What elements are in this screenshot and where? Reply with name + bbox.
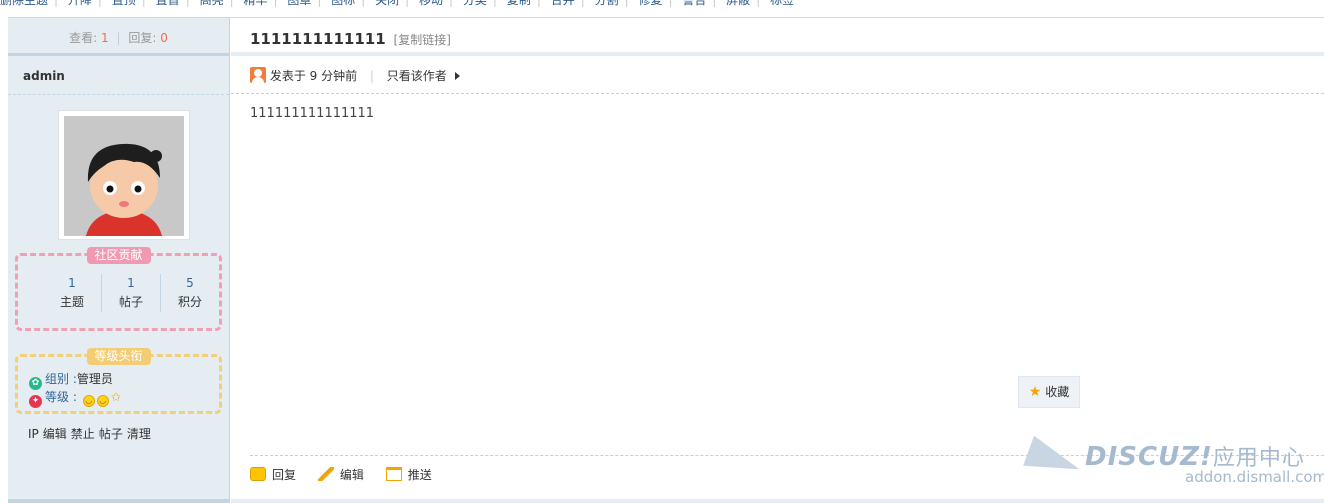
avatar-image bbox=[64, 116, 184, 236]
toolbar-item[interactable]: 图章 bbox=[287, 0, 311, 9]
toolbar-item[interactable]: 高亮 bbox=[200, 0, 224, 9]
post-actions: 回复 编辑 推送 bbox=[250, 465, 450, 485]
level-row: ✦ 等级 : ◡ ◡ ✩ bbox=[29, 389, 121, 408]
ban-link[interactable]: 禁止 bbox=[71, 427, 95, 441]
reply-icon bbox=[250, 467, 266, 481]
star-icon: ★ bbox=[1028, 384, 1042, 400]
posts-count: 1 bbox=[127, 276, 135, 290]
toolbar-item[interactable]: 警告 bbox=[682, 0, 706, 9]
contribution-stats: 1 主题 1 帖子 5 积分 bbox=[43, 274, 219, 312]
thread-stats: 查看: 1 | 回复: 0 bbox=[8, 18, 229, 56]
reply-button[interactable]: 回复 bbox=[250, 465, 296, 485]
toolbar-item[interactable]: 移动 bbox=[419, 0, 443, 9]
rank-title: 等级头衔 bbox=[86, 348, 151, 365]
thread-title: 1111111111111 bbox=[250, 30, 386, 48]
author-sidebar: 查看: 1 | 回复: 0 admin 社区贡献 1 主题 1 帖子 5 积分 … bbox=[8, 18, 230, 503]
edit-label: 编辑 bbox=[339, 468, 364, 482]
only-author-link[interactable]: 只看该作者 bbox=[387, 69, 447, 83]
contribution-credits[interactable]: 5 积分 bbox=[161, 274, 219, 312]
toolbar-item[interactable]: 精华 bbox=[243, 0, 267, 9]
edit-user-link[interactable]: 编辑 bbox=[43, 427, 67, 441]
push-button[interactable]: 推送 bbox=[385, 465, 432, 485]
post-body: 1111111111111 [复制链接] 发表于 9 分钟前 | 只看该作者 1… bbox=[231, 18, 1324, 503]
moderation-toolbar: 删除主题 | 升降 | 置顶 | 置首 | 高亮 | 精华 | 图章 | 图标 | 关闭 | 移动… bbox=[0, 0, 794, 9]
toolbar-item[interactable]: 屏蔽 bbox=[726, 0, 750, 9]
toolbar-item[interactable]: 复制 bbox=[507, 0, 531, 9]
posts-label: 帖子 bbox=[118, 295, 143, 309]
posts-link[interactable]: 帖子 bbox=[99, 427, 123, 441]
push-icon bbox=[385, 467, 402, 481]
threads-count: 1 bbox=[68, 276, 76, 290]
arrow-right-icon bbox=[454, 72, 460, 80]
threads-label: 主题 bbox=[59, 295, 84, 309]
watermark-url: addon.dismall.com bbox=[1185, 468, 1324, 486]
toolbar-item[interactable]: 图标 bbox=[331, 0, 355, 9]
replies-count: 0 bbox=[160, 31, 168, 45]
group-label: 组别 bbox=[45, 372, 70, 386]
cleanup-link[interactable]: 清理 bbox=[127, 427, 151, 441]
rank-box: 等级头衔 ✿ 组别 :管理员 ✦ 等级 : ◡ ◡ ✩ bbox=[15, 348, 222, 414]
smiley-icon: ◡ bbox=[82, 395, 95, 407]
star-icon: ✩ bbox=[110, 390, 121, 404]
views-count: 1 bbox=[101, 31, 109, 45]
smiley-icon: ◡ bbox=[96, 395, 109, 407]
replies-label: 回复: bbox=[128, 31, 157, 45]
toolbar-item[interactable]: 合并 bbox=[551, 0, 575, 9]
ip-link[interactable]: IP bbox=[28, 427, 39, 441]
push-label: 推送 bbox=[407, 468, 432, 482]
post-meta: 发表于 9 分钟前 | 只看该作者 bbox=[231, 56, 1324, 94]
author-name[interactable]: admin bbox=[8, 56, 229, 95]
paper-plane-icon bbox=[1023, 435, 1085, 485]
favorite-button[interactable]: ★ 收藏 bbox=[1018, 376, 1080, 408]
level-label: 等级 bbox=[45, 390, 70, 404]
toolbar-item[interactable]: 分割 bbox=[595, 0, 619, 9]
edit-button[interactable]: 编辑 bbox=[317, 465, 364, 485]
admin-actions: IP 编辑 禁止 帖子 清理 bbox=[28, 425, 155, 442]
copy-link-button[interactable]: [复制链接] bbox=[394, 33, 451, 47]
contribution-box: 社区贡献 1 主题 1 帖子 5 积分 bbox=[15, 247, 222, 331]
discuz-watermark: DISCUZ!应用中心 addon.dismall.com bbox=[1023, 435, 1324, 490]
toolbar-item[interactable]: 置首 bbox=[156, 0, 180, 9]
group-value[interactable]: 管理员 bbox=[77, 372, 113, 386]
credits-count: 5 bbox=[186, 276, 194, 290]
favorite-label: 收藏 bbox=[1045, 385, 1070, 399]
toolbar-item[interactable]: 置顶 bbox=[112, 0, 136, 9]
user-icon bbox=[250, 67, 266, 83]
avatar-illustration bbox=[64, 116, 184, 236]
reply-label: 回复 bbox=[272, 468, 297, 482]
contribution-posts[interactable]: 1 帖子 bbox=[102, 274, 161, 312]
toolbar-item[interactable]: 标签 bbox=[770, 0, 794, 9]
post-bottom-border bbox=[231, 499, 1324, 503]
thread-title-bar: 1111111111111 [复制链接] bbox=[231, 18, 1324, 56]
toolbar-item[interactable]: 修复 bbox=[638, 0, 662, 9]
views-label: 查看: bbox=[69, 31, 98, 45]
avatar[interactable] bbox=[58, 110, 190, 240]
group-row: ✿ 组别 :管理员 bbox=[29, 371, 113, 390]
post-content: 111111111111111 bbox=[250, 106, 375, 121]
contribution-threads[interactable]: 1 主题 bbox=[43, 274, 102, 312]
credits-label: 积分 bbox=[177, 295, 202, 309]
pencil-icon bbox=[317, 467, 334, 481]
sidebar-bottom-border bbox=[8, 499, 230, 503]
contribution-title: 社区贡献 bbox=[86, 247, 151, 264]
post-time: 发表于 9 分钟前 bbox=[269, 69, 358, 83]
toolbar-item[interactable]: 删除主题 bbox=[0, 0, 48, 9]
post: 查看: 1 | 回复: 0 admin 社区贡献 1 主题 1 帖子 5 积分 … bbox=[8, 17, 1324, 503]
toolbar-item[interactable]: 升降 bbox=[68, 0, 92, 9]
toolbar-item[interactable]: 分类 bbox=[463, 0, 487, 9]
toolbar-item[interactable]: 关闭 bbox=[375, 0, 399, 9]
level-icon: ✦ bbox=[29, 395, 42, 408]
